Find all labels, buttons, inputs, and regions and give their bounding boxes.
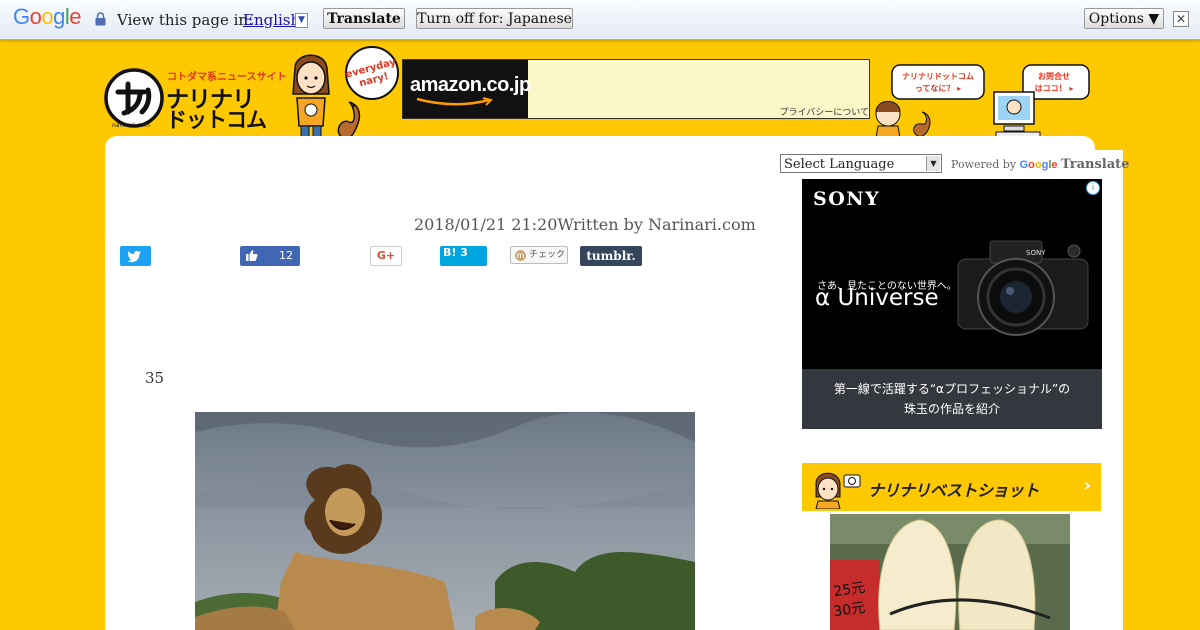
hatena-bookmark-button[interactable]: B! 3: [440, 246, 487, 266]
post-number: 35: [145, 369, 165, 387]
mixi-check-button[interactable]: m チェック: [510, 246, 568, 264]
mixi-check-label: チェック: [529, 250, 566, 260]
google-logo: Google: [13, 4, 82, 29]
snake-mascot-icon: [913, 111, 931, 137]
contact-nav-label-1: お問合せ: [1038, 71, 1070, 81]
powered-by-google-translate: Powered by Google Translate: [951, 157, 1129, 172]
best-shot-photo[interactable]: 25元 30元: [830, 514, 1070, 630]
target-language-link[interactable]: English: [243, 11, 300, 29]
language-dropdown-icon[interactable]: ▼: [295, 13, 308, 28]
google-plus-button[interactable]: G+: [370, 246, 402, 266]
post-meta: 2018/01/21 21:20Written by Narinari.com: [414, 215, 756, 234]
sony-logo: SONY: [813, 188, 881, 210]
lock-icon: [95, 12, 106, 26]
powered-by-label: Powered by: [951, 158, 1017, 171]
view-page-label: View this page in:: [117, 11, 254, 29]
camera-image: SONY: [957, 240, 1089, 336]
language-select[interactable]: Select Language ▼: [780, 154, 942, 173]
amazon-logo: amazon.co.jp: [403, 60, 531, 118]
tumblr-share-button[interactable]: tumblr.: [580, 246, 642, 266]
lion-photo: [195, 412, 695, 630]
language-select-value: Select Language: [784, 157, 895, 172]
amazon-logo-text: amazon.co.jp: [410, 74, 531, 96]
facebook-like-button[interactable]: 12: [240, 246, 300, 266]
sony-ad-banner[interactable]: SONY i SONY さあ、見たことのない世界へ。 α Universe 第一…: [802, 179, 1102, 429]
site-logo-icon[interactable]: [104, 68, 164, 128]
amazon-ad-banner[interactable]: amazon.co.jp プライバシーについて: [402, 59, 870, 119]
best-shot-label: ナリナリベストショット: [868, 481, 1039, 500]
mascot-illustration: everyday nary!: [292, 46, 399, 141]
powered-translate-label[interactable]: Translate: [1061, 157, 1129, 172]
logo-text-line2[interactable]: ドットコム: [166, 104, 267, 134]
privacy-link[interactable]: プライバシーについて: [779, 105, 869, 118]
thumbs-up-icon: [246, 250, 258, 261]
about-nav-label-1: ナリナリドットコム: [902, 72, 974, 81]
mascot-camera-icon: [815, 472, 861, 509]
sony-caption-line1: 第一線で活躍する“αプロフェッショナル”の: [833, 382, 1071, 396]
hatena-bookmark-label: B! 3: [443, 246, 468, 259]
close-icon[interactable]: ✕: [1173, 11, 1189, 27]
chevron-right-icon: ›: [1083, 475, 1091, 496]
mixi-icon: m: [515, 250, 526, 261]
translate-bar: Google View this page in: English ▼ Tran…: [0, 0, 1200, 40]
amazon-smile-icon: [416, 97, 493, 106]
about-nav-button[interactable]: ナリナリドットコム ってなに？ ▸: [891, 64, 985, 100]
sony-caption-band: 第一線で活躍する“αプロフェッショナル”の 珠玉の作品を紹介: [802, 369, 1102, 429]
logo-domain: narinari.com: [112, 122, 150, 129]
chevron-down-icon: ▼: [926, 156, 940, 171]
powered-google-logo: Google: [1019, 159, 1058, 171]
turn-off-button[interactable]: Turn off for: Japanese: [416, 8, 573, 29]
facebook-like-count: 12: [279, 249, 293, 262]
twitter-share-button[interactable]: [120, 246, 151, 266]
girl-figure-icon: [875, 101, 901, 139]
svg-text:SONY: SONY: [1026, 249, 1046, 257]
about-nav-label-2: ってなに？ ▸: [915, 84, 961, 93]
header-nav-illustrations: ナリナリドットコム ってなに？ ▸ お問合せ はココ！ ▸: [875, 64, 1090, 139]
twitter-bird-icon: [127, 250, 141, 263]
contact-nav-label-2: はココ！ ▸: [1035, 84, 1074, 93]
best-shot-banner[interactable]: ナリナリベストショット ›: [802, 463, 1101, 511]
options-button[interactable]: Options ▼: [1084, 8, 1164, 29]
computer-figure-icon: [993, 91, 1041, 138]
translate-button[interactable]: Translate: [323, 8, 405, 29]
adchoices-icon[interactable]: i: [1086, 181, 1100, 195]
sony-caption-line2: 珠玉の作品を紹介: [903, 402, 1000, 416]
alpha-universe-label: α Universe: [815, 285, 939, 311]
